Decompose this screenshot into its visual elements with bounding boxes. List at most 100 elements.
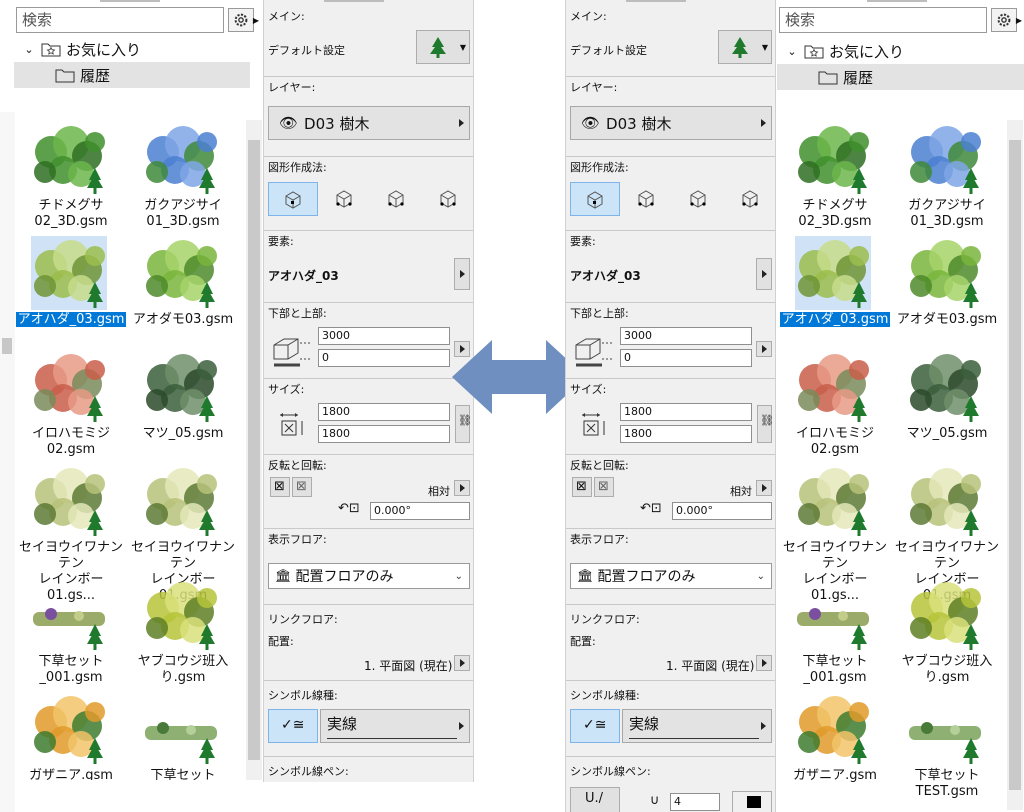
library-item[interactable]: ガクアジサイ 01_3D.gsm [891, 120, 1003, 234]
tree-item-favorites[interactable]: ⌄ お気に入り [14, 36, 250, 62]
geometry-method-diagonal-button[interactable] [320, 182, 370, 216]
element-select-button[interactable] [756, 258, 772, 290]
library-item[interactable]: 下草セット [127, 690, 239, 780]
angle-value-input[interactable]: 0.000° [370, 502, 470, 520]
library-item-label: ガザニア.gsm [793, 768, 877, 783]
pen-color-swatch[interactable] [732, 791, 772, 812]
bottom-value-input[interactable]: 0 [620, 349, 752, 367]
library-item[interactable]: イロハモミジ 02.gsm [779, 348, 891, 462]
geometry-method-box-button[interactable] [726, 182, 776, 216]
tree-icon [732, 37, 748, 58]
library-item[interactable]: 下草セット _001.gsm [779, 576, 891, 690]
library-scrollbar[interactable] [246, 120, 262, 780]
elevation-options-button[interactable] [756, 341, 772, 357]
settings-gear-button[interactable]: ▶ [228, 8, 259, 32]
settings-gear-button[interactable]: ▶ [991, 8, 1022, 32]
pen-override-button[interactable]: U./ [570, 787, 620, 812]
cube-icon [333, 188, 355, 213]
library-item[interactable]: アオハダ_03.gsm [15, 234, 127, 348]
line-type-button[interactable]: 実線 [622, 709, 772, 743]
library-header-right: ▶ ⌄ お気に入り 履歴 [777, 0, 1024, 112]
mirror-outline-button[interactable]: ⊠ [292, 477, 312, 497]
bottom-value-input[interactable]: 0 [318, 349, 450, 367]
line-type-value: 実線 [327, 713, 457, 739]
chevron-down-icon: ⌄ [756, 571, 765, 582]
library-item[interactable]: セイヨウイワナンテン レインボー01.gs... [15, 462, 127, 603]
mirror-outline-button[interactable]: ⊠ [594, 477, 614, 497]
layer-button[interactable]: 👁 D03 樹木 [570, 106, 772, 140]
folder-icon [818, 71, 838, 85]
cube-icon [437, 188, 459, 213]
mirror-button[interactable]: ⊠ [572, 477, 592, 497]
library-item[interactable]: アオハダ_03.gsm [779, 234, 891, 348]
geometry-method-diagonal-button[interactable] [622, 182, 672, 216]
search-input[interactable] [779, 7, 987, 33]
library-item[interactable]: セイヨウイワナンテンレインボー01.gsm [891, 462, 1003, 603]
library-item-label: マツ_05.gsm [142, 426, 224, 441]
tree-item-favorites[interactable]: ⌄ お気に入り [777, 38, 1024, 64]
placement-options-button[interactable] [454, 655, 470, 671]
top-value-input[interactable]: 3000 [620, 327, 752, 345]
search-input[interactable] [16, 7, 224, 33]
element-value: アオハダ_03 [570, 269, 641, 283]
library-item[interactable]: マツ_05.gsm [891, 348, 1003, 462]
aspect-lock-button[interactable]: ⛓ [757, 405, 774, 443]
toolbar-edge [626, 0, 686, 2]
library-item[interactable]: 下草セット _001.gsm [15, 576, 127, 690]
library-item[interactable]: ガザニア.gsm [779, 690, 891, 804]
geometry-method-rotated-button[interactable] [372, 182, 422, 216]
angle-value-input[interactable]: 0.000° [672, 502, 772, 520]
pen-nib-icon: ∪ [650, 793, 660, 808]
display-floor-select[interactable]: 🏛 配置フロアのみ ⌄ [570, 563, 772, 589]
scrollbar-thumb[interactable] [248, 140, 260, 760]
library-item[interactable]: イロハモミジ 02.gsm [15, 348, 127, 462]
library-item[interactable]: セイヨウイワナンテンレインボー01.gsm [127, 462, 239, 603]
line-type-button[interactable]: 実線 [320, 709, 470, 743]
relative-options-button[interactable] [756, 480, 772, 496]
width-value-input[interactable]: 1800 [620, 403, 752, 421]
library-item[interactable]: ヤブコウジ班入 り.gsm [127, 576, 239, 690]
geometry-method-single-button[interactable] [570, 182, 620, 216]
section-label-display-floor: 表示フロア: [268, 533, 327, 546]
geometry-method-box-button[interactable] [424, 182, 474, 216]
library-scrollbar[interactable] [1007, 120, 1023, 810]
tree-item-history[interactable]: 履歴 [777, 64, 1024, 90]
line-override-button[interactable]: ✓≅ [570, 709, 620, 743]
tree-item-history[interactable]: 履歴 [14, 62, 250, 88]
splitter-handle[interactable] [2, 338, 12, 354]
favorite-settings-button[interactable]: ▼ [718, 30, 772, 64]
library-item[interactable]: チドメグサ 02_3D.gsm [15, 120, 127, 234]
geometry-method-single-button[interactable] [268, 182, 318, 216]
placement-options-button[interactable] [756, 655, 772, 671]
library-item[interactable]: 下草セット TEST.gsm [891, 690, 1003, 804]
library-item[interactable]: マツ_05.gsm [127, 348, 239, 462]
library-item[interactable]: ヤブコウジ班入 り.gsm [891, 576, 1003, 690]
top-value-input[interactable]: 3000 [318, 327, 450, 345]
favorite-settings-button[interactable]: ▼ [416, 30, 470, 64]
library-item[interactable]: アオダモ03.gsm [891, 234, 1003, 348]
section-link-floor: リンクフロア: 配置: 1. 平面図 (現在) [264, 604, 473, 680]
width-value-input[interactable]: 1800 [318, 403, 450, 421]
depth-value-input[interactable]: 1800 [318, 425, 450, 443]
depth-value-input[interactable]: 1800 [620, 425, 752, 443]
element-select-button[interactable] [454, 258, 470, 290]
section-label-element: 要素: [570, 235, 596, 248]
geometry-method-rotated-button[interactable] [674, 182, 724, 216]
mirror-button[interactable]: ⊠ [270, 477, 290, 497]
library-item[interactable]: セイヨウイワナンテン レインボー01.gs... [779, 462, 891, 603]
library-item[interactable]: アオダモ03.gsm [127, 234, 239, 348]
plant-thumbnail [795, 578, 871, 652]
relative-options-button[interactable] [454, 480, 470, 496]
pen-number-input[interactable]: 4 [670, 793, 720, 811]
library-item[interactable]: ガクアジサイ 01_3D.gsm [127, 120, 239, 234]
library-item[interactable]: ガザニア.gsm [15, 690, 127, 780]
floor-stack-icon: 🏛 [275, 568, 292, 584]
scrollbar-thumb[interactable] [1009, 140, 1021, 790]
display-floor-select[interactable]: 🏛 配置フロアのみ ⌄ [268, 563, 470, 589]
plant-thumbnail [143, 236, 219, 310]
splitter-strip[interactable] [0, 112, 15, 812]
library-item[interactable]: チドメグサ 02_3D.gsm [779, 120, 891, 234]
layer-button[interactable]: 👁 D03 樹木 [268, 106, 470, 140]
caret-right-icon: ▶ [252, 16, 259, 25]
line-override-button[interactable]: ✓≅ [268, 709, 318, 743]
